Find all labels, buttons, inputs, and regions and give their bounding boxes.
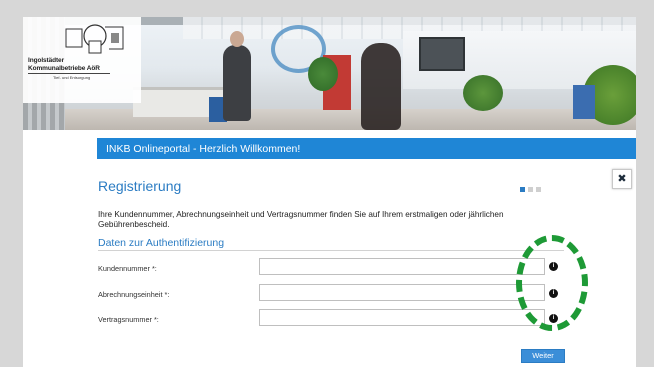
info-text: Ihre Kundennummer, Abrechnungseinheit un…	[98, 210, 504, 229]
next-button[interactable]: Weiter	[521, 349, 565, 363]
portal-title-bar: INKB Onlineportal - Herzlich Willkommen!	[97, 138, 636, 159]
logo-text-line2: Kommunalbetriebe AöR	[28, 65, 100, 72]
vertragsnummer-label: Vertragsnummer *:	[98, 315, 159, 324]
page-frame: Ingolstädter Kommunalbetriebe AöR Tief- …	[23, 17, 636, 367]
portal-title: INKB Onlineportal - Herzlich Willkommen!	[106, 143, 301, 155]
logo-text-line3: Tief- und Entsorgung	[53, 75, 91, 80]
logo-text-line1: Ingolstädter	[28, 57, 64, 64]
dialog-title: Registrierung	[98, 178, 182, 194]
step-dot-1	[520, 187, 525, 192]
abrechnungseinheit-input[interactable]	[259, 284, 545, 301]
step-dot-2	[528, 187, 533, 192]
section-divider	[98, 250, 564, 251]
header-banner-image: Ingolstädter Kommunalbetriebe AöR Tief- …	[23, 17, 636, 130]
kundennummer-input[interactable]	[259, 258, 545, 275]
vertragsnummer-input[interactable]	[259, 309, 545, 326]
section-title: Daten zur Authentifizierung	[98, 237, 225, 249]
step-dot-3	[536, 187, 541, 192]
abrechnungseinheit-label: Abrechnungseinheit *:	[98, 290, 170, 299]
close-icon: ✖	[617, 173, 627, 185]
kundennummer-label: Kundennummer *:	[98, 264, 157, 273]
logo-mark-icon	[65, 24, 124, 54]
highlight-annotation	[516, 235, 588, 331]
company-logo: Ingolstädter Kommunalbetriebe AöR Tief- …	[23, 17, 141, 103]
close-button[interactable]: ✖	[612, 169, 632, 189]
step-indicator	[520, 187, 550, 193]
